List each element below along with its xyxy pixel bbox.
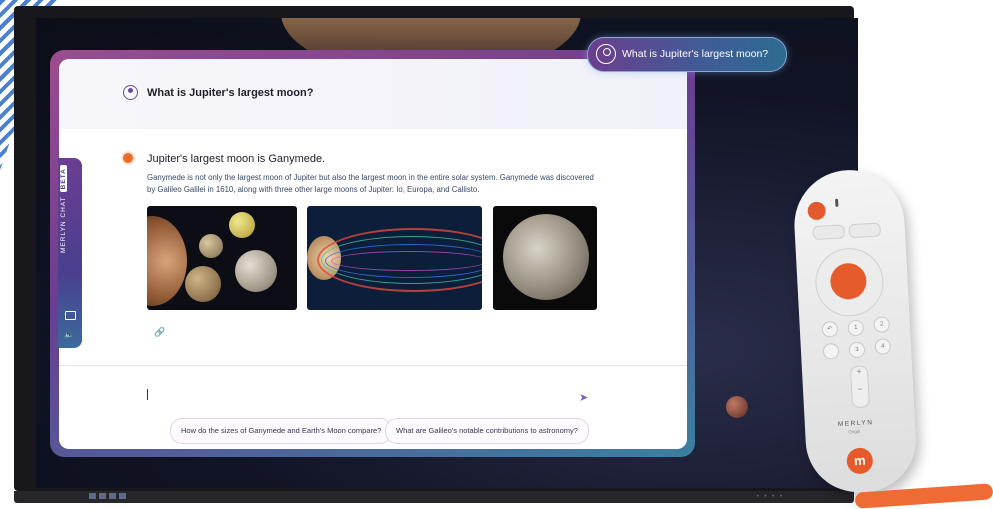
speaker-icon[interactable]: 🔈 xyxy=(64,330,74,339)
chat-input[interactable] xyxy=(147,389,148,400)
remote-button[interactable] xyxy=(848,222,882,239)
num-button-3[interactable]: 3 xyxy=(848,341,866,359)
indicator-light xyxy=(835,198,839,207)
moons-image[interactable] xyxy=(147,206,297,310)
answer-title: Jupiter's largest moon is Ganymede. xyxy=(147,153,326,165)
beta-badge: BETA xyxy=(60,165,67,193)
suggestion-chip[interactable]: How do the sizes of Ganymede and Earth's… xyxy=(170,418,393,444)
merlyn-logo-icon: m xyxy=(846,447,874,475)
answer-indicator-icon xyxy=(123,153,133,163)
divider xyxy=(59,365,687,366)
mic-button[interactable] xyxy=(807,201,827,221)
jupiter-orbits-image[interactable] xyxy=(307,206,482,310)
num-button-1[interactable]: 1 xyxy=(847,319,865,337)
bar-indicators: • • • • xyxy=(756,494,784,500)
bubble-text: What is Jupiter's largest moon? xyxy=(622,48,769,60)
voice-question-bubble: What is Jupiter's largest moon? xyxy=(587,37,787,72)
small-planet xyxy=(726,396,748,418)
remote-subtitle: Origin xyxy=(848,428,861,435)
sidetab-title: MERLYN CHAT xyxy=(60,196,67,253)
screen-share-icon[interactable] xyxy=(65,311,76,320)
ganymede-image[interactable] xyxy=(493,206,597,310)
user-icon xyxy=(123,85,138,100)
bar-logo xyxy=(89,493,126,501)
chat-panel: What is Jupiter's largest moon? Jupiter'… xyxy=(59,59,687,449)
suggestion-chip[interactable]: What are Galileo's notable contributions… xyxy=(385,418,589,444)
merlyn-chat-tab[interactable]: MERLYN CHAT BETA 🔈 xyxy=(58,158,82,348)
back-icon[interactable]: ↶ xyxy=(821,320,839,338)
remote-button[interactable] xyxy=(812,224,846,241)
link-icon[interactable]: 🔗 xyxy=(154,327,165,338)
num-button-2[interactable]: 2 xyxy=(873,316,891,334)
remote-button[interactable] xyxy=(822,342,840,360)
send-icon[interactable]: ➤ xyxy=(579,391,588,404)
sidetab-label: MERLYN CHAT BETA xyxy=(60,163,67,253)
display-bottom-bar: • • • • xyxy=(14,491,854,503)
remote-control: ↶ 1 2 3 4 + − MERLYN Origin m xyxy=(791,167,919,495)
remote-brand: MERLYN xyxy=(837,419,874,429)
num-button-4[interactable]: 4 xyxy=(874,338,892,355)
user-icon xyxy=(596,44,616,64)
question-text: What is Jupiter's largest moon? xyxy=(147,87,314,99)
volume-rocker[interactable]: + − xyxy=(849,365,871,409)
answer-body: Ganymede is not only the largest moon of… xyxy=(147,173,594,194)
